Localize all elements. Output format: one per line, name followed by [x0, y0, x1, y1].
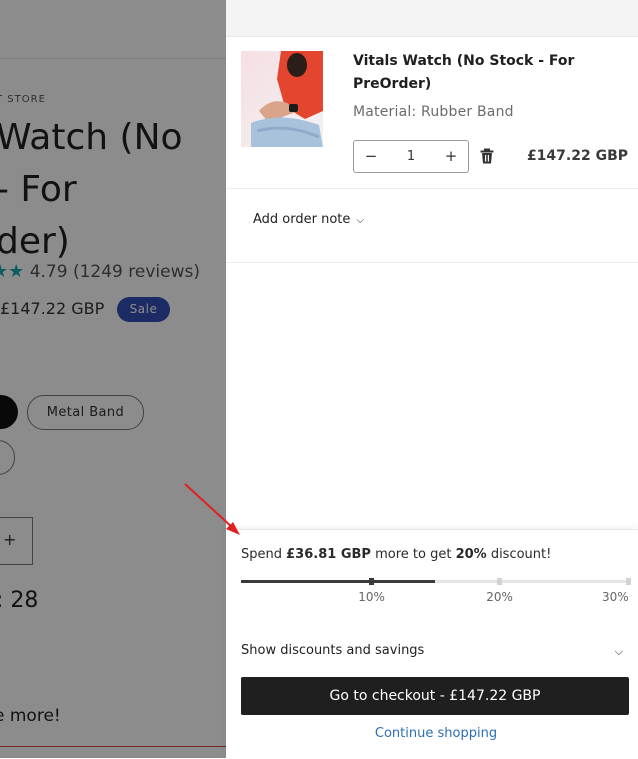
- tier-label: 20%: [486, 590, 513, 604]
- checkout-button[interactable]: Go to checkout - £147.22 GBP: [241, 677, 629, 715]
- show-discounts-label: Show discounts and savings: [241, 643, 425, 658]
- quantity-increase-button[interactable]: +: [436, 141, 466, 172]
- product-thumbnail[interactable]: [241, 51, 323, 147]
- tier-marker: [368, 578, 374, 585]
- show-discounts-toggle[interactable]: Show discounts and savings ⌵: [241, 643, 623, 658]
- order-note-label: Add order note: [253, 212, 351, 227]
- cart-footer: Spend £36.81 GBP more to get 20% discoun…: [226, 529, 638, 759]
- cart-item-variant: Material: Rubber Band: [353, 104, 514, 120]
- discount-message: Spend £36.81 GBP more to get 20% discoun…: [241, 547, 551, 562]
- chevron-down-icon: ⌵: [356, 215, 364, 226]
- cart-line-item: Vitals Watch (No Stock - For PreOrder) M…: [226, 36, 638, 189]
- add-order-note-toggle[interactable]: Add order note ⌵: [253, 212, 364, 227]
- discount-progress-bar: [241, 578, 631, 585]
- continue-shopping-link[interactable]: Continue shopping: [226, 726, 638, 741]
- chevron-down-icon: ⌵: [614, 645, 623, 658]
- tier-label: 30%: [602, 590, 629, 604]
- discount-progress-fill: [241, 580, 435, 583]
- discount-amount: £36.81 GBP: [286, 547, 371, 562]
- product-image: [241, 51, 323, 147]
- discount-percent: 20%: [455, 547, 487, 562]
- drawer-overlay[interactable]: [0, 0, 226, 758]
- quantity-input[interactable]: [388, 141, 434, 172]
- discount-middle: more to get: [370, 547, 456, 562]
- discount-prefix: Spend: [241, 547, 287, 562]
- tier-label: 10%: [358, 590, 385, 604]
- tier-marker: [626, 578, 631, 585]
- divider: [226, 262, 638, 263]
- cart-quantity-stepper: − +: [353, 140, 469, 173]
- discount-suffix: discount!: [486, 547, 552, 562]
- cart-item-price: £147.22 GBP: [526, 148, 628, 164]
- trash-icon[interactable]: [480, 148, 494, 164]
- drawer-header: [226, 0, 638, 37]
- quantity-decrease-button[interactable]: −: [356, 141, 386, 172]
- cart-item-name[interactable]: Vitals Watch (No Stock - For PreOrder): [353, 50, 623, 96]
- tier-marker: [496, 578, 502, 585]
- cart-drawer: Vitals Watch (No Stock - For PreOrder) M…: [226, 0, 638, 759]
